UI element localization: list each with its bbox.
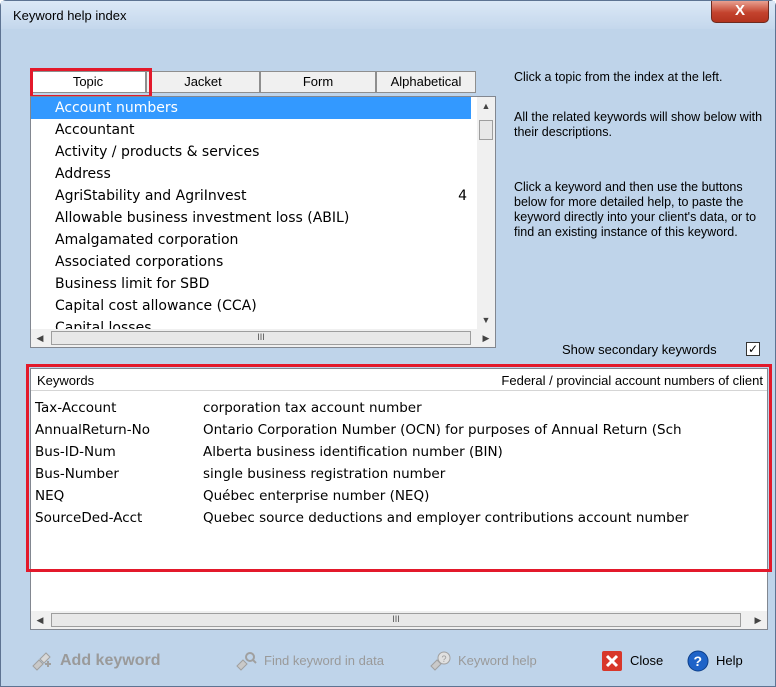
keyword-row[interactable]: Bus-ID-Num Alberta business identificati… (31, 441, 767, 463)
keywords-header: Keywords Federal / provincial account nu… (31, 369, 767, 391)
topic-horizontal-thumb[interactable]: III (51, 331, 471, 345)
topic-item-activity[interactable]: Activity / products & services (31, 141, 471, 163)
scroll-right-arrow-icon[interactable]: ▶ (749, 615, 767, 626)
svg-text:?: ? (442, 654, 447, 664)
instruction-related: All the related keywords will show below… (514, 110, 763, 139)
keyword-row[interactable]: Tax-Account corporation tax account numb… (31, 397, 767, 419)
add-keyword-button[interactable]: Add keyword (30, 648, 198, 674)
tab-jacket[interactable]: Jacket (146, 71, 260, 93)
keyword-name: Tax-Account (35, 400, 117, 416)
close-icon (602, 651, 622, 671)
keyword-help-button[interactable]: ? Keyword help (428, 648, 560, 674)
index-tabs: Topic Jacket Form Alphabetical (30, 71, 476, 93)
scroll-right-arrow-icon[interactable]: ▶ (477, 333, 495, 344)
window-close-button[interactable]: X (711, 1, 769, 23)
keyword-name: NEQ (35, 488, 65, 504)
keyword-description: Québec enterprise number (NEQ) (203, 488, 430, 504)
keyword-description: single business registration number (203, 466, 446, 482)
instruction-topic: Click a topic from the index at the left… (514, 70, 723, 84)
keyword-name: Bus-Number (35, 466, 119, 482)
keyword-description: Quebec source deductions and employer co… (203, 510, 689, 526)
title-bar[interactable]: Keyword help index X (1, 1, 775, 29)
topic-item-address[interactable]: Address (31, 163, 471, 185)
show-secondary-checkbox[interactable]: ✓ (746, 342, 760, 356)
topic-item-account-numbers[interactable]: Account numbers (31, 97, 471, 119)
topic-horizontal-scrollbar[interactable]: ◀ III ▶ (31, 329, 495, 347)
tab-form[interactable]: Form (260, 71, 376, 93)
help-icon: ? (687, 650, 709, 672)
topic-count: 4 (458, 188, 467, 204)
keyword-name: AnnualReturn-No (35, 422, 150, 438)
find-keyword-icon (236, 652, 257, 671)
scroll-up-arrow-icon[interactable]: ▲ (477, 101, 495, 111)
keyword-row[interactable]: AnnualReturn-No Ontario Corporation Numb… (31, 419, 767, 441)
svg-text:?: ? (694, 653, 703, 669)
help-button[interactable]: ? Help (686, 648, 766, 674)
keywords-list[interactable]: Keywords Federal / provincial account nu… (30, 368, 768, 630)
find-keyword-label: Find keyword in data (264, 653, 384, 668)
tab-alphabetical[interactable]: Alphabetical (376, 71, 476, 93)
keyword-name: Bus-ID-Num (35, 444, 116, 460)
topic-description-header: Federal / provincial account numbers of … (501, 373, 763, 388)
keywords-horizontal-thumb[interactable]: III (51, 613, 741, 627)
window-title: Keyword help index (13, 8, 127, 23)
topic-list[interactable]: Account numbers Accountant Activity / pr… (30, 96, 496, 348)
close-button[interactable]: Close (600, 648, 672, 674)
show-secondary-label: Show secondary keywords (562, 342, 717, 357)
topic-item-cca[interactable]: Capital cost allowance (CCA) (31, 295, 471, 317)
keyword-row[interactable]: NEQ Québec enterprise number (NEQ) (31, 485, 767, 507)
close-label: Close (630, 653, 664, 668)
scroll-down-arrow-icon[interactable]: ▼ (477, 315, 495, 325)
topic-item-associated[interactable]: Associated corporations (31, 251, 471, 273)
add-keyword-label: Add keyword (60, 652, 161, 669)
keyword-help-icon: ? (430, 651, 451, 671)
keyword-description: Alberta business identification number (… (203, 444, 503, 460)
keyword-description: Ontario Corporation Number (OCN) for pur… (203, 422, 682, 438)
topic-item-agristability[interactable]: AgriStability and AgriInvest 4 (31, 185, 471, 207)
topic-item-abil[interactable]: Allowable business investment loss (ABIL… (31, 207, 471, 229)
keyword-row[interactable]: SourceDed-Acct Quebec source deductions … (31, 507, 767, 529)
topic-item-accountant[interactable]: Accountant (31, 119, 471, 141)
topic-items: Account numbers Accountant Activity / pr… (31, 97, 471, 339)
topic-vertical-scrollbar[interactable]: ▲ ▼ (477, 97, 495, 329)
keyword-row[interactable]: Bus-Number single business registration … (31, 463, 767, 485)
add-keyword-icon (32, 652, 51, 671)
instruction-keyword: Click a keyword and then use the buttons… (514, 180, 757, 239)
topic-vertical-thumb[interactable] (479, 120, 493, 140)
topic-item-amalgamated[interactable]: Amalgamated corporation (31, 229, 471, 251)
tab-topic[interactable]: Topic (30, 71, 146, 93)
scroll-left-arrow-icon[interactable]: ◀ (31, 333, 49, 344)
keywords-horizontal-scrollbar[interactable]: ◀ III ▶ (31, 611, 767, 629)
keyword-name: SourceDed-Acct (35, 510, 143, 526)
scroll-left-arrow-icon[interactable]: ◀ (31, 615, 49, 626)
help-label: Help (716, 653, 743, 668)
keyword-help-label: Keyword help (458, 653, 537, 668)
topic-item-business-limit[interactable]: Business limit for SBD (31, 273, 471, 295)
keyword-description: corporation tax account number (203, 400, 422, 416)
find-keyword-button[interactable]: Find keyword in data (234, 648, 406, 674)
keywords-column-header[interactable]: Keywords (37, 373, 94, 388)
